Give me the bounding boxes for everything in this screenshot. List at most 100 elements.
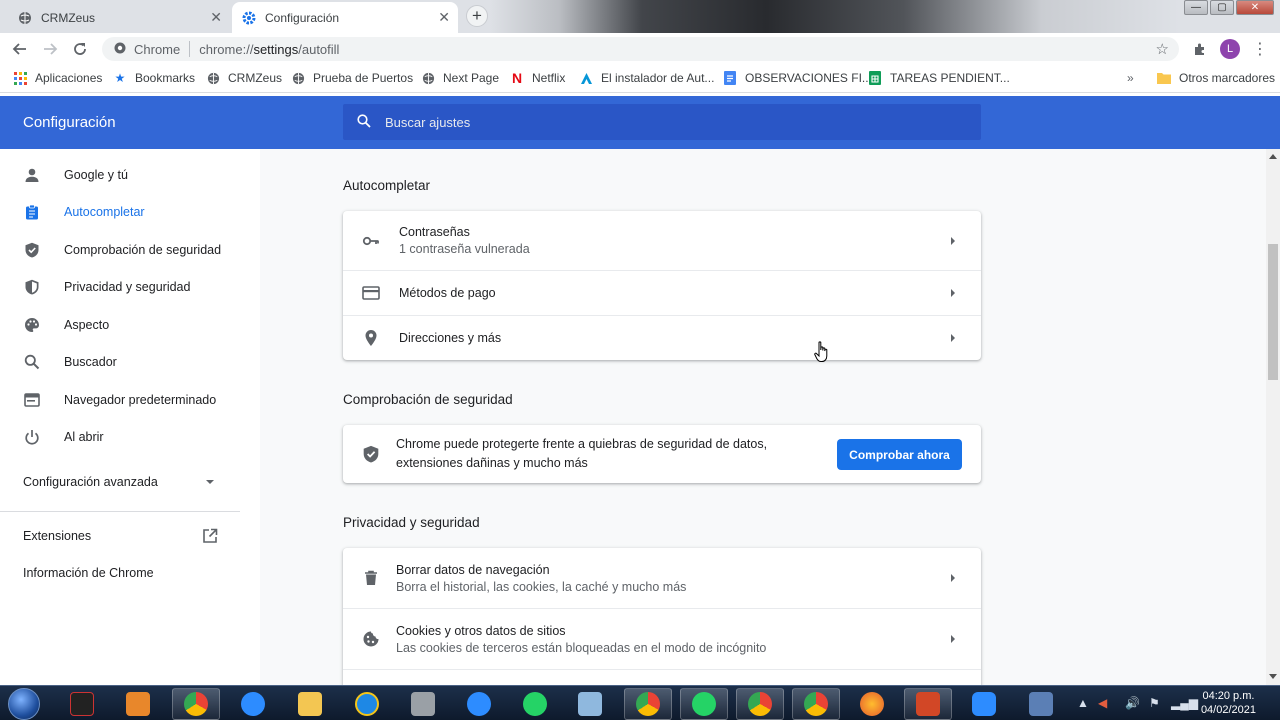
profile-avatar[interactable]: L <box>1220 39 1240 59</box>
bookmark-item[interactable]: N Netflix <box>510 70 565 86</box>
person-icon <box>23 166 41 184</box>
bookmark-item[interactable]: Next Page <box>421 71 499 85</box>
bookmarks-bar: Aplicaciones ★ Bookmarks CRMZeus Prueba … <box>0 65 1280 93</box>
hand-cursor-icon <box>814 341 830 366</box>
sidebar-item-default-browser[interactable]: Navegador predeterminado <box>0 382 240 418</box>
bookmark-item[interactable]: CRMZeus <box>206 71 282 85</box>
taskbar-app-powerpoint[interactable] <box>904 688 952 720</box>
taskbar-app-firefox[interactable] <box>848 688 896 720</box>
settings-search[interactable] <box>343 104 981 140</box>
url-suffix: /autofill <box>298 41 340 57</box>
signal-icon[interactable]: ▂▄▆ <box>1171 696 1198 710</box>
sidebar-item-safety-check[interactable]: Comprobación de seguridad <box>0 232 240 268</box>
taskbar-app-media[interactable] <box>114 688 162 720</box>
bookmark-item[interactable]: Prueba de Puertos <box>291 71 413 85</box>
apps-grid-icon <box>13 71 27 85</box>
search-input[interactable] <box>385 114 965 130</box>
page-scrollbar[interactable] <box>1266 149 1280 685</box>
sidebar-item-autofill[interactable]: Autocompletar <box>0 194 240 230</box>
sidebar-item-search-engine[interactable]: Buscador <box>0 344 240 380</box>
taskbar-app-whatsapp-2[interactable] <box>680 688 728 720</box>
tray-expand-icon[interactable]: ▲ <box>1077 696 1089 710</box>
taskbar-app-nfs[interactable] <box>58 688 106 720</box>
more-bookmarks-chevron-icon[interactable]: » <box>1127 71 1134 85</box>
bookmark-item[interactable]: El instalador de Aut... <box>579 71 714 85</box>
taskbar-app-zoom[interactable] <box>960 688 1008 720</box>
bookmark-label: OBSERVACIONES FI... <box>745 71 872 85</box>
bookmark-item[interactable]: Aplicaciones <box>13 71 102 85</box>
bookmark-item[interactable]: ★ Bookmarks <box>113 71 195 85</box>
site-label: Chrome <box>134 41 181 57</box>
sidebar-advanced-toggle[interactable]: Configuración avanzada <box>23 475 223 489</box>
close-tab-icon[interactable]: ✕ <box>210 9 222 26</box>
close-window-button[interactable]: ✕ <box>1236 0 1274 15</box>
section-title-autofill: Autocompletar <box>343 178 431 193</box>
taskbar-app-notes[interactable] <box>566 688 614 720</box>
safety-check-card: Chrome puede protegerte frente a quiebra… <box>343 425 981 483</box>
whatsapp-icon <box>692 692 716 716</box>
bookmark-label: Prueba de Puertos <box>313 71 414 85</box>
folder-icon <box>1157 71 1171 85</box>
sidebar-item-on-startup[interactable]: Al abrir <box>0 419 240 455</box>
reload-icon[interactable] <box>70 39 90 59</box>
back-icon[interactable] <box>10 39 30 59</box>
search-icon <box>23 353 41 371</box>
taskbar-app-chrome-2[interactable] <box>624 688 672 720</box>
taskbar-app-chrome-3[interactable] <box>736 688 784 720</box>
bookmark-item[interactable]: OBSERVACIONES FI... <box>723 71 872 85</box>
sidebar-item-appearance[interactable]: Aspecto <box>0 307 240 343</box>
sidebar-item-google[interactable]: Google y tú <box>0 157 240 193</box>
taskbar-app-chrome-active[interactable] <box>172 688 220 720</box>
extensions-icon[interactable] <box>1190 39 1210 59</box>
minimize-button[interactable]: — <box>1184 0 1208 15</box>
start-button[interactable] <box>8 688 40 720</box>
sidebar-item-about-chrome[interactable]: Información de Chrome <box>23 566 154 580</box>
taskbar-app-whatsapp[interactable] <box>511 688 559 720</box>
network-flag-icon[interactable]: ⚑ <box>1149 696 1160 710</box>
forward-icon[interactable] <box>40 39 60 59</box>
row-secondary-text: Las cookies de terceros están bloqueadas… <box>396 640 767 655</box>
check-now-button[interactable]: Comprobar ahora <box>837 439 962 470</box>
tray-alert-icon[interactable]: ◀ <box>1098 696 1107 710</box>
tab-configuracion[interactable]: Configuración ✕ <box>232 2 458 33</box>
taskbar-app-teamviewer[interactable] <box>229 688 277 720</box>
volume-icon[interactable]: 🔊 <box>1125 696 1140 710</box>
trash-icon <box>362 569 380 587</box>
other-bookmarks[interactable]: Otros marcadores <box>1157 71 1275 85</box>
maximize-button[interactable]: ▢ <box>1210 0 1234 15</box>
row-primary-text: Borrar datos de navegación <box>396 562 550 577</box>
tab-crmzeus[interactable]: CRMZeus ✕ <box>8 2 230 33</box>
taskbar-app-ie[interactable] <box>343 688 391 720</box>
taskbar-app-remote[interactable] <box>1017 688 1065 720</box>
taskbar-app-teamviewer-2[interactable] <box>455 688 503 720</box>
scroll-down-arrow-icon[interactable] <box>1269 674 1277 679</box>
payment-methods-row[interactable]: Métodos de pago <box>343 271 981 315</box>
passwords-row[interactable]: Contraseñas 1 contraseña vulnerada <box>343 211 981 270</box>
sheets-icon <box>868 71 882 85</box>
teamviewer-icon <box>241 692 265 716</box>
sidebar-item-label: Información de Chrome <box>23 566 154 580</box>
sidebar-item-extensions[interactable]: Extensiones <box>23 528 223 543</box>
taskbar-app-chrome-4[interactable] <box>792 688 840 720</box>
menu-icon[interactable]: ⋮ <box>1250 39 1270 59</box>
address-bar[interactable]: Chrome chrome://settings/autofill ☆ <box>102 37 1179 61</box>
bookmark-item[interactable]: TAREAS PENDIENT... <box>868 71 1010 85</box>
scroll-up-arrow-icon[interactable] <box>1269 154 1277 159</box>
sidebar-item-privacy[interactable]: Privacidad y seguridad <box>0 269 240 305</box>
tools-icon <box>411 692 435 716</box>
cookies-row[interactable]: Cookies y otros datos de sitios Las cook… <box>343 609 981 669</box>
scrollbar-thumb[interactable] <box>1268 244 1278 380</box>
teamviewer-icon <box>467 692 491 716</box>
clear-browsing-data-row[interactable]: Borrar datos de navegación Borra el hist… <box>343 548 981 608</box>
star-icon[interactable]: ☆ <box>1156 40 1169 58</box>
new-tab-button[interactable]: + <box>466 5 488 27</box>
taskbar-app-explorer[interactable] <box>286 688 334 720</box>
system-clock[interactable]: 04:20 p.m. 04/02/2021 <box>1201 689 1256 717</box>
addresses-row[interactable]: Direcciones y más <box>343 316 981 360</box>
address-separator <box>189 41 191 57</box>
taskbar-app-tools[interactable] <box>399 688 447 720</box>
globe-icon <box>291 71 305 85</box>
close-tab-icon[interactable]: ✕ <box>438 9 450 26</box>
row-primary-text: Métodos de pago <box>399 286 496 300</box>
row-text: Cookies y otros datos de sitios Las cook… <box>396 624 766 655</box>
